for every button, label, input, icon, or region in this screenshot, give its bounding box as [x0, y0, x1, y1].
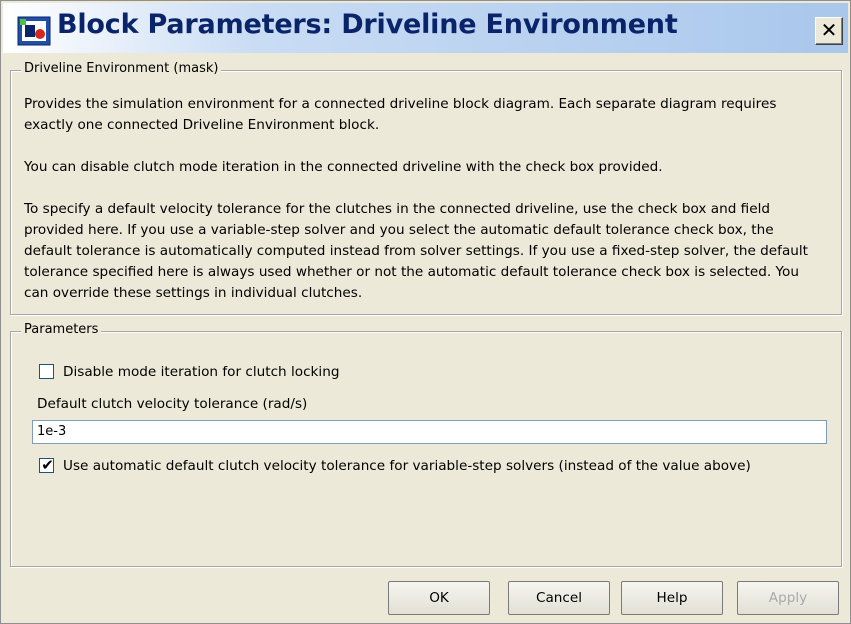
- description-paragraph-1: Provides the simulation environment for …: [24, 96, 777, 133]
- automatic-tolerance-checkbox[interactable]: ✔: [39, 456, 54, 474]
- apply-button[interactable]: Apply: [737, 581, 839, 615]
- checkmark-icon: ✔: [41, 456, 54, 474]
- window-title: Block Parameters: Driveline Environment: [57, 9, 678, 40]
- close-button[interactable]: ✕: [815, 17, 843, 45]
- cancel-button[interactable]: Cancel: [508, 581, 610, 615]
- disable-mode-iteration-checkbox[interactable]: [39, 364, 54, 379]
- description-paragraph-3: To specify a default velocity tolerance …: [24, 201, 809, 301]
- simulink-block-icon: [17, 16, 51, 46]
- velocity-tolerance-input[interactable]: 1e-3: [32, 420, 827, 444]
- close-icon: ✕: [820, 18, 838, 42]
- help-button[interactable]: Help: [621, 581, 723, 615]
- parameters-group-label: Parameters: [21, 322, 102, 337]
- disable-mode-iteration-label[interactable]: Disable mode iteration for clutch lockin…: [63, 364, 339, 380]
- description-group-label: Driveline Environment (mask): [21, 61, 222, 76]
- ok-button[interactable]: OK: [388, 581, 490, 615]
- dialog-window: Block Parameters: Driveline Environment …: [0, 0, 851, 624]
- title-bar[interactable]: Block Parameters: Driveline Environment …: [3, 3, 848, 53]
- description-paragraph-2: You can disable clutch mode iteration in…: [24, 159, 663, 175]
- automatic-tolerance-label[interactable]: Use automatic default clutch velocity to…: [63, 458, 751, 474]
- velocity-tolerance-label: Default clutch velocity tolerance (rad/s…: [37, 396, 308, 412]
